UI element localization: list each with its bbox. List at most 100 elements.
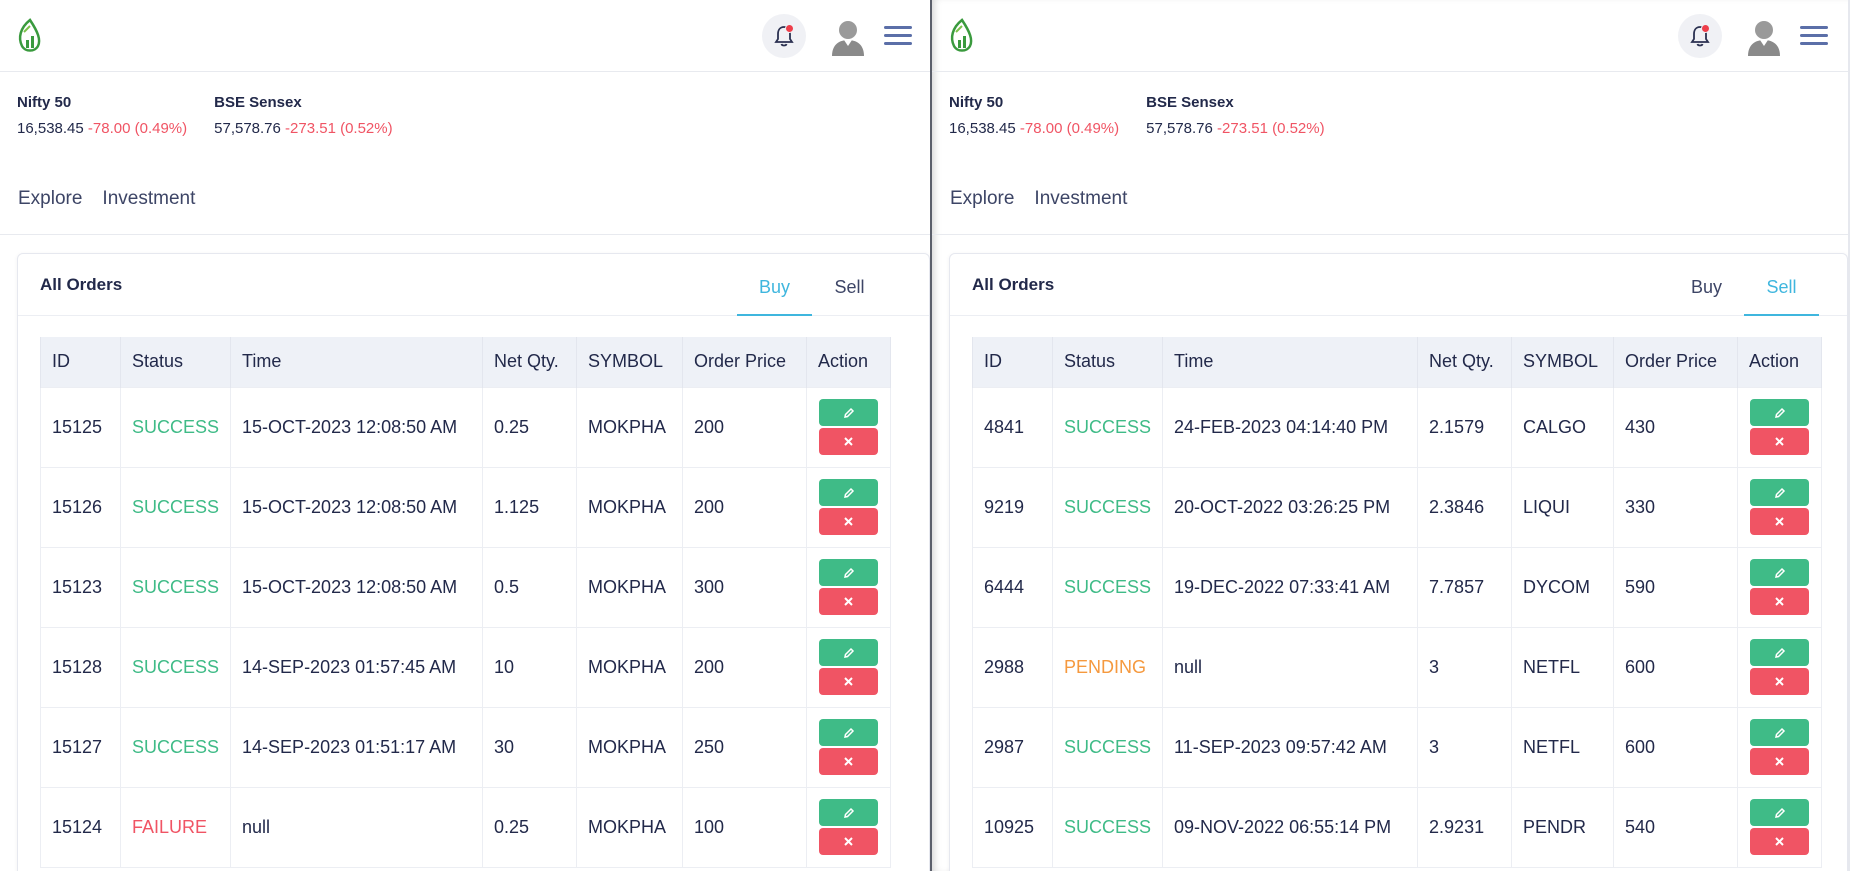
cell-price: 430	[1613, 386, 1739, 468]
tab-buy[interactable]: Buy	[1669, 254, 1744, 316]
cell-id: 9219	[972, 466, 1053, 548]
pencil-icon	[843, 647, 854, 658]
edit-button[interactable]	[819, 799, 879, 826]
cell-action	[806, 386, 892, 468]
cell-symbol: CALGO	[1511, 386, 1615, 468]
nav-investment[interactable]: Investment	[102, 188, 195, 210]
hamburger-menu-icon[interactable]	[884, 26, 912, 48]
column-header-id: ID	[40, 337, 121, 387]
orders-card: All Orders Buy Sell ID Status Time Net Q…	[949, 253, 1848, 871]
cell-status: FAILURE	[119, 786, 232, 868]
close-icon	[844, 597, 853, 606]
orders-table: ID Status Time Net Qty. SYMBOL Order Pri…	[972, 337, 1823, 868]
cell-symbol: LIQUI	[1511, 466, 1615, 548]
index-sensex: BSE Sensex 57,578.76 -273.51 (0.52%)	[1146, 94, 1324, 137]
cell-symbol: MOKPHA	[576, 386, 684, 468]
edit-button[interactable]	[1750, 799, 1810, 826]
user-avatar-icon[interactable]	[1744, 16, 1784, 56]
edit-button[interactable]	[819, 479, 879, 506]
cell-symbol: MOKPHA	[576, 706, 684, 788]
leaf-chart-logo-icon[interactable]	[16, 18, 44, 54]
tab-sell[interactable]: Sell	[1744, 254, 1819, 316]
close-icon	[1775, 677, 1784, 686]
delete-button[interactable]	[1750, 668, 1810, 695]
edit-button[interactable]	[819, 399, 879, 426]
delete-button[interactable]	[819, 748, 879, 775]
cell-time: 14-SEP-2023 01:57:45 AM	[230, 626, 484, 708]
user-avatar-icon[interactable]	[828, 16, 868, 56]
nav-explore[interactable]: Explore	[18, 188, 82, 210]
notification-button[interactable]	[762, 14, 806, 58]
nav-investment[interactable]: Investment	[1034, 188, 1127, 210]
index-name: Nifty 50	[949, 94, 1004, 111]
cell-time: 11-SEP-2023 09:57:42 AM	[1162, 706, 1419, 788]
column-header-net-qty: Net Qty.	[1417, 337, 1513, 387]
cell-id: 10925	[972, 786, 1053, 868]
cell-symbol: DYCOM	[1511, 546, 1615, 628]
cell-action	[806, 546, 892, 628]
delete-button[interactable]	[1750, 748, 1810, 775]
left-panel: Nifty 50 16,538.45 -78.00 (0.49%) BSE Se…	[0, 0, 932, 871]
index-value: 57,578.76	[1146, 120, 1213, 137]
delete-button[interactable]	[819, 668, 879, 695]
tab-buy[interactable]: Buy	[737, 254, 812, 316]
table-row: 15123 SUCCESS 15-OCT-2023 12:08:50 AM 0.…	[40, 546, 892, 628]
cell-price: 590	[1613, 546, 1739, 628]
cell-qty: 0.25	[482, 786, 578, 868]
table-row: 15126 SUCCESS 15-OCT-2023 12:08:50 AM 1.…	[40, 466, 892, 548]
delete-button[interactable]	[819, 508, 879, 535]
nav-explore[interactable]: Explore	[950, 188, 1014, 210]
notification-dot	[1701, 24, 1710, 33]
leaf-chart-logo-icon[interactable]	[948, 18, 976, 54]
edit-button[interactable]	[819, 719, 879, 746]
delete-button[interactable]	[1750, 508, 1810, 535]
cell-action	[1737, 466, 1823, 548]
tab-sell[interactable]: Sell	[812, 254, 887, 316]
delete-button[interactable]	[819, 588, 879, 615]
notification-button[interactable]	[1678, 14, 1722, 58]
market-indices: Nifty 50 16,538.45 -78.00 (0.49%) BSE Se…	[17, 94, 393, 137]
cell-price: 300	[682, 546, 808, 628]
delete-button[interactable]	[819, 828, 879, 855]
edit-button[interactable]	[1750, 399, 1810, 426]
table-row: 15127 SUCCESS 14-SEP-2023 01:51:17 AM 30…	[40, 706, 892, 788]
cell-symbol: PENDR	[1511, 786, 1615, 868]
cell-time: 19-DEC-2022 07:33:41 AM	[1162, 546, 1419, 628]
table-row: 2988 PENDING null 3 NETFL 600	[972, 626, 1823, 708]
notification-dot	[785, 24, 794, 33]
index-value: 57,578.76	[214, 120, 281, 137]
pencil-icon	[1774, 407, 1785, 418]
order-type-tabs: Buy Sell	[1669, 254, 1819, 316]
cell-action	[1737, 546, 1823, 628]
column-header-symbol: SYMBOL	[576, 337, 684, 387]
edit-button[interactable]	[1750, 479, 1810, 506]
right-panel: Nifty 50 16,538.45 -78.00 (0.49%) BSE Se…	[932, 0, 1848, 871]
cell-time: 14-SEP-2023 01:51:17 AM	[230, 706, 484, 788]
delete-button[interactable]	[1750, 828, 1810, 855]
hamburger-menu-icon[interactable]	[1800, 26, 1828, 48]
cell-price: 330	[1613, 466, 1739, 548]
index-change: -273.51 (0.52%)	[285, 120, 393, 137]
delete-button[interactable]	[819, 428, 879, 455]
delete-button[interactable]	[1750, 428, 1810, 455]
column-header-action: Action	[806, 337, 892, 387]
cell-time: 24-FEB-2023 04:14:40 PM	[1162, 386, 1419, 468]
edit-button[interactable]	[819, 639, 879, 666]
edit-button[interactable]	[819, 559, 879, 586]
delete-button[interactable]	[1750, 588, 1810, 615]
orders-card-header: All Orders Buy Sell	[18, 254, 929, 316]
edit-button[interactable]	[1750, 719, 1810, 746]
cell-price: 600	[1613, 706, 1739, 788]
card-title: All Orders	[40, 275, 123, 294]
pencil-icon	[843, 807, 854, 818]
cell-action	[806, 626, 892, 708]
top-header	[0, 0, 930, 72]
index-change: -78.00 (0.49%)	[87, 120, 188, 137]
orders-table: ID Status Time Net Qty. SYMBOL Order Pri…	[40, 337, 892, 868]
cell-id: 15126	[40, 466, 121, 548]
edit-button[interactable]	[1750, 559, 1810, 586]
pencil-icon	[1774, 807, 1785, 818]
edit-button[interactable]	[1750, 639, 1810, 666]
cell-status: SUCCESS	[1051, 386, 1164, 468]
cell-status: PENDING	[1051, 626, 1164, 708]
